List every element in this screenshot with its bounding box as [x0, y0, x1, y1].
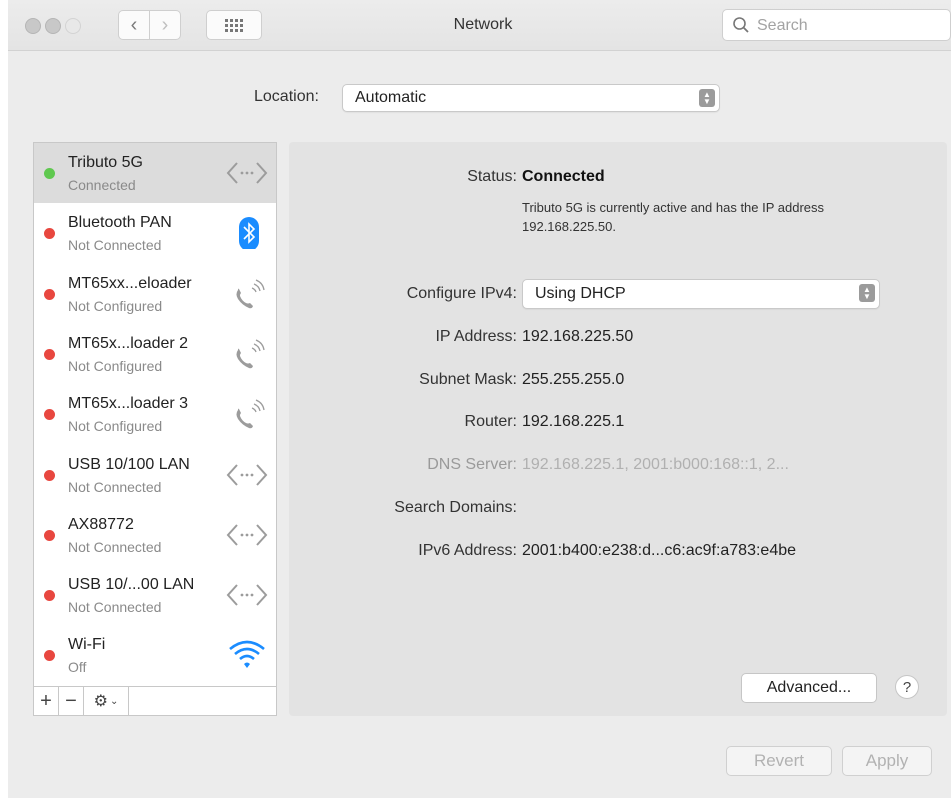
service-item[interactable]: AX88772 Not Connected — [34, 505, 276, 565]
ethernet-arrows-icon — [224, 579, 270, 611]
status-dot-red — [44, 650, 55, 661]
chevron-right-icon: › — [161, 13, 169, 36]
service-status: Not Connected — [68, 599, 162, 615]
service-item[interactable]: MT65x...loader 3 Not Configured — [34, 384, 276, 444]
service-item[interactable]: Wi-Fi Off — [34, 625, 276, 685]
router-label: Router: — [464, 413, 517, 430]
service-status: Not Configured — [68, 298, 163, 314]
list-toolbar: + − ⚙ ⌄ — [34, 686, 276, 715]
subnet-mask-value: 255.255.255.0 — [522, 371, 625, 388]
status-dot-red — [44, 409, 55, 420]
minimize-window-button[interactable] — [45, 18, 61, 34]
advanced-button[interactable]: Advanced... — [741, 673, 877, 703]
search-domains-label: Search Domains: — [394, 499, 517, 516]
bluetooth-icon — [224, 217, 270, 251]
status-dot-red — [44, 470, 55, 481]
service-status: Connected — [68, 177, 136, 193]
ip-address-value: 192.168.225.50 — [522, 328, 634, 345]
ethernet-arrows-icon — [224, 519, 270, 551]
service-list: Tributo 5G Connected Bluetooth PAN Not Conn… — [33, 142, 277, 716]
service-name: MT65x...loader 3 — [68, 395, 189, 412]
help-button[interactable]: ? — [895, 675, 919, 699]
search-input[interactable] — [755, 15, 939, 37]
status-dot-red — [44, 590, 55, 601]
service-name: MT65xx...eloader — [68, 275, 192, 292]
service-item[interactable]: Tributo 5G Connected — [34, 143, 276, 203]
service-item[interactable]: MT65xx...eloader Not Configured — [34, 264, 276, 324]
status-dot-red — [44, 349, 55, 360]
ethernet-arrows-icon — [224, 157, 270, 189]
configure-ipv4-label: Configure IPv4: — [406, 285, 517, 302]
ethernet-arrows-icon — [224, 459, 270, 491]
service-item[interactable]: MT65x...loader 2 Not Configured — [34, 324, 276, 384]
chevron-left-icon: ‹ — [130, 13, 138, 36]
service-name: AX88772 — [68, 516, 134, 533]
service-status: Not Connected — [68, 539, 162, 555]
dns-server-value: 192.168.225.1, 2001:b000:168::1, 2... — [522, 456, 789, 473]
service-status: Off — [68, 659, 87, 675]
gear-icon: ⚙ — [93, 693, 108, 710]
chevron-down-icon: ⌄ — [109, 695, 119, 707]
forward-button[interactable]: › — [149, 10, 181, 40]
service-status: Not Connected — [68, 479, 162, 495]
search-icon — [733, 17, 749, 33]
revert-button[interactable]: Revert — [726, 746, 832, 776]
status-label: Status: — [467, 168, 517, 185]
service-name: MT65x...loader 2 — [68, 335, 189, 352]
action-menu-button[interactable]: ⚙ ⌄ — [84, 687, 129, 715]
add-service-button[interactable]: + — [34, 687, 59, 715]
grid-icon — [225, 18, 243, 32]
zoom-window-button[interactable] — [65, 18, 81, 34]
status-dot-green — [44, 168, 55, 179]
service-name: Tributo 5G — [68, 154, 143, 171]
router-value: 192.168.225.1 — [522, 413, 625, 430]
phone-icon — [224, 278, 270, 310]
phone-icon — [224, 338, 270, 370]
ip-address-label: IP Address: — [435, 328, 517, 345]
service-name: Wi-Fi — [68, 636, 106, 653]
close-window-button[interactable] — [25, 18, 41, 34]
subnet-mask-label: Subnet Mask: — [419, 371, 517, 388]
phone-icon — [224, 398, 270, 430]
ipv6-address-value: 2001:b400:e238:d...c6:ac9f:a783:e4be — [522, 542, 797, 559]
location-value: Automatic — [355, 89, 427, 106]
service-name: USB 10/100 LAN — [68, 456, 190, 473]
status-value: Connected — [522, 168, 605, 185]
service-item[interactable]: USB 10/100 LAN Not Connected — [34, 445, 276, 505]
apply-button[interactable]: Apply — [842, 746, 932, 776]
ipv6-address-label: IPv6 Address: — [418, 542, 517, 559]
service-name: USB 10/...00 LAN — [68, 576, 195, 593]
detail-panel: Status: Connected Tributo 5G is currentl… — [289, 142, 947, 716]
window-title: Network — [453, 16, 513, 33]
location-label: Location: — [254, 88, 319, 105]
status-dot-red — [44, 530, 55, 541]
service-status: Not Connected — [68, 237, 162, 253]
configure-ipv4-select[interactable]: Using DHCP ▲ ▼ — [522, 279, 880, 309]
service-item[interactable]: Bluetooth PAN Not Connected — [34, 203, 276, 263]
status-description: Tributo 5G is currently active and has t… — [522, 200, 825, 234]
remove-service-button[interactable]: − — [59, 687, 84, 715]
back-button[interactable]: ‹ — [118, 10, 150, 40]
service-status: Not Configured — [68, 418, 163, 434]
service-name: Bluetooth PAN — [68, 214, 172, 231]
status-dot-red — [44, 289, 55, 300]
network-preferences-window: ‹ › Network Location: Automatic ▲▼ Tribu… — [8, 0, 951, 798]
status-dot-red — [44, 228, 55, 239]
updown-chevron-icon: ▲ ▼ — [699, 89, 715, 107]
show-all-button[interactable] — [206, 10, 262, 40]
configure-ipv4-value: Using DHCP — [535, 285, 626, 302]
service-item[interactable]: USB 10/...00 LAN Not Connected — [34, 565, 276, 625]
updown-chevron-icon: ▲ ▼ — [859, 284, 875, 302]
dns-server-label: DNS Server: — [427, 456, 517, 473]
title-bar: ‹ › Network — [8, 0, 951, 51]
search-field[interactable] — [722, 9, 951, 41]
service-status: Not Configured — [68, 358, 163, 374]
location-select[interactable]: Automatic ▲ ▼ — [342, 84, 720, 112]
wifi-icon — [224, 639, 270, 671]
